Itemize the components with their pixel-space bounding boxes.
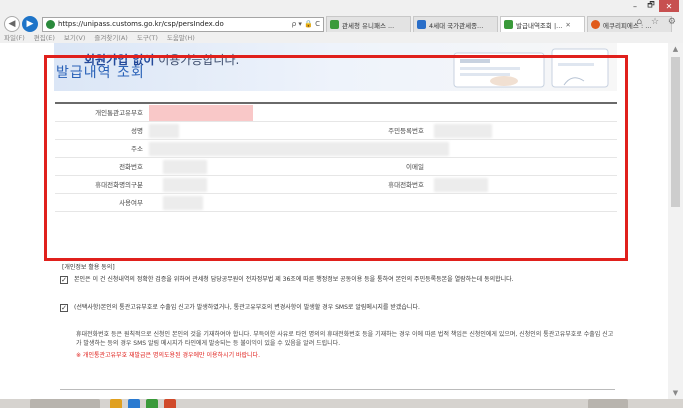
divider [60,389,615,390]
taskbar-app-icon[interactable] [146,399,158,408]
consent-item-sms: ✓ (선택사항)본인의 통관고유부호로 수출입 신고가 발생하였거나, 통관고유… [60,304,615,312]
label-mobile: 휴대전화번호 [388,181,424,189]
value-resident-number [430,122,617,139]
table-row: 개인통관고유부호 [55,104,617,122]
value-mobile [430,176,617,193]
consent-item-records: ✓ 본인은 이 건 신청내역의 정확한 검증을 위하여 관세청 담당공무원이 전… [60,276,615,284]
warning-text: ※ 개인통관고유부호 재발급은 명의도용된 경우에만 이용하시기 바랍니다. [76,352,260,359]
menu-help[interactable]: 도움말(H) [167,33,195,43]
menu-favorites[interactable]: 즐겨찾기(A) [94,33,127,43]
table-row: 휴대전화명의구분 휴대전화번호 [55,176,617,194]
table-row: 성명 주민등록번호 [55,122,617,140]
issuance-tab-icon [504,20,513,29]
tab-unipass[interactable]: 관세청 유니패스 ... [326,16,411,32]
navigation-bar: ◀ ▶ https://unipass.customs.go.kr/csp/pe… [0,14,683,34]
address-bar[interactable]: https://unipass.customs.go.kr/csp/persIn… [42,16,324,32]
value-usage [149,194,523,211]
redacted-mobile-owner-type [163,178,207,192]
section-title: 발급내역 조회 [56,65,145,81]
customs-tab-icon [417,20,426,29]
redacted-usage [163,196,203,210]
menu-bar: 파일(F) 편집(E) 보기(V) 즐겨찾기(A) 도구(T) 도움말(H) [0,33,683,43]
vertical-scrollbar[interactable]: ▲ ▼ [668,43,683,399]
redacted-mobile [434,178,488,192]
consent-records-checkbox[interactable]: ✓ [60,276,68,284]
redacted-name [149,124,179,138]
consent-records-text: 본인은 이 건 신청내역의 정확한 검증을 위하여 관세청 담당공무원이 전자정… [74,276,514,283]
minimize-button[interactable]: – [627,0,643,12]
menu-file[interactable]: 파일(F) [4,33,25,43]
maximize-button[interactable]: 🗗 [643,0,659,12]
consent-title: [개인정보 활용 동의] [62,264,115,271]
site-favicon-icon [46,19,55,29]
redacted-resident-number [434,124,492,138]
tab-label: 발급내역조회 |... [516,21,563,30]
label-mobile-owner-type: 휴대전화명의구분 [95,181,143,189]
label-resident-number: 주민등록번호 [388,127,424,135]
value-mobile-owner-type [149,176,336,193]
taskbar-browser-icon[interactable] [128,399,140,408]
label-name: 성명 [131,127,143,135]
tab-label: 관세청 유니패스 ... [342,21,395,30]
redacted-code [149,105,253,121]
menu-edit[interactable]: 편집(E) [34,33,55,43]
address-actions-icon[interactable]: ρ ▾ 🔒 C [292,20,320,28]
taskbar-item[interactable] [30,399,100,408]
label-address: 주소 [131,145,143,153]
close-button[interactable]: ✕ [659,0,679,12]
label-usage: 사용여부 [119,199,143,207]
ecuripias-tab-icon [591,20,600,29]
value-email [430,158,617,175]
value-personal-customs-code [149,104,523,121]
value-address [149,140,523,157]
notice-text: 휴대전화번호 등은 원칙적으로 신청인 본인의 것을 기재하여야 합니다. 부득… [76,331,614,347]
taskbar [0,399,683,408]
scroll-up-icon[interactable]: ▲ [668,43,683,55]
unipass-tab-icon [330,20,339,29]
tab-issuance-lookup[interactable]: 발급내역조회 |... ✕ [500,16,585,32]
label-phone: 전화번호 [119,163,143,171]
browser-chrome: – 🗗 ✕ ◀ ▶ https://unipass.customs.go.kr/… [0,0,683,33]
window-controls: – 🗗 ✕ [627,0,679,12]
menu-view[interactable]: 보기(V) [64,33,85,43]
value-phone [149,158,336,175]
tab-customs-system[interactable]: 4세대 국가관세종... [413,16,498,32]
toolbar-icons[interactable]: ⌂ ☆ ⚙ [636,17,679,27]
forward-button[interactable]: ▶ [22,16,38,32]
table-row: 전화번호 이메일 [55,158,617,176]
scroll-thumb[interactable] [671,57,680,207]
close-tab-icon[interactable]: ✕ [565,21,570,29]
taskbar-tray[interactable] [588,399,628,408]
label-email: 이메일 [406,163,424,171]
redacted-phone [163,160,207,174]
issuance-info-table: 개인통관고유부호 성명 주민등록번호 주소 전화번호 이메일 휴대전화명의구분 … [55,102,617,212]
redacted-address [149,142,449,156]
taskbar-app-icon[interactable] [164,399,176,408]
menu-tools[interactable]: 도구(T) [137,33,158,43]
consent-sms-checkbox[interactable]: ✓ [60,304,68,312]
taskbar-folder-icon[interactable] [110,399,122,408]
consent-sms-text: (선택사항)본인의 통관고유부호로 수출입 신고가 발생하였거나, 통관고유부호… [74,304,420,311]
value-name [149,122,336,139]
scroll-down-icon[interactable]: ▼ [668,387,683,399]
url-text: https://unipass.customs.go.kr/csp/persIn… [58,20,224,28]
label-personal-customs-code: 개인통관고유부호 [95,109,143,117]
tab-label: 4세대 국가관세종... [429,21,484,30]
table-row: 사용여부 [55,194,617,212]
table-row: 주소 [55,140,617,158]
back-button[interactable]: ◀ [4,16,20,32]
